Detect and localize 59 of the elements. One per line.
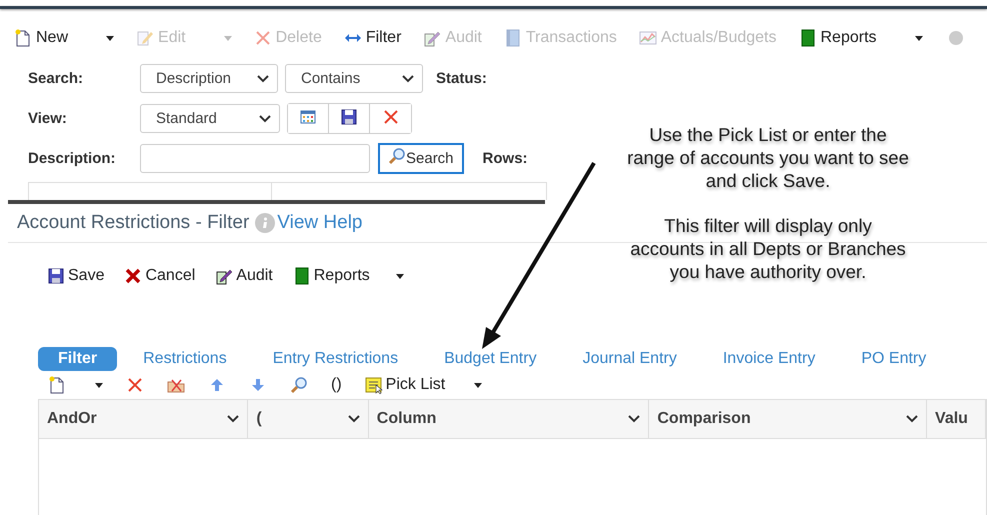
view-label: View: [28, 110, 68, 126]
view-dropdown[interactable]: Standard [140, 104, 280, 132]
tab[interactable]: Invoice Entry [702, 347, 836, 371]
column-header[interactable]: Column [368, 400, 650, 438]
pick-list-button[interactable]: Pick List [364, 376, 446, 394]
pencil-document-icon [215, 267, 234, 285]
edit-document-icon [136, 29, 154, 47]
delete-button[interactable] [126, 376, 144, 394]
column-header[interactable]: Comparison [649, 400, 928, 438]
column-header[interactable]: Valu [927, 400, 986, 438]
save-icon [47, 267, 65, 285]
status-label: Status: [436, 70, 487, 86]
line-chart-icon [638, 29, 657, 47]
info-icon [255, 213, 276, 233]
list-icon [364, 376, 383, 394]
tab[interactable]: Entry Restrictions [252, 347, 418, 371]
search-icon [290, 376, 308, 394]
cancel-button[interactable]: Cancel [124, 267, 196, 285]
tab[interactable]: Restrictions [123, 347, 247, 371]
audit-button[interactable]: Audit [215, 267, 273, 285]
filter-button[interactable]: Filter [344, 29, 402, 47]
new-document-button[interactable] [48, 376, 66, 394]
dialog-title: Account Restrictions - Filter [17, 212, 250, 234]
reports-button[interactable]: Reports [798, 29, 877, 47]
book-icon [504, 29, 522, 47]
new-document-icon [14, 29, 32, 47]
parentheses-button[interactable]: () [331, 376, 342, 394]
caret-icon[interactable] [106, 36, 114, 40]
column-header[interactable]: AndOr [39, 400, 248, 438]
grid-button[interactable] [288, 104, 329, 132]
rows-label: Rows: [482, 150, 528, 166]
search-button[interactable] [290, 376, 308, 394]
delete-icon [126, 376, 144, 394]
new-button[interactable]: New [14, 29, 68, 47]
tab[interactable]: Budget Entry [424, 347, 557, 371]
search-label: Search: [28, 70, 84, 86]
description-label: Description: [28, 150, 117, 166]
callout-text: This filter will display only accounts in all Depts or Branches you have authority over. [629, 214, 907, 283]
column-header[interactable]: ( [248, 400, 369, 438]
book-icon [292, 267, 311, 285]
book-icon [798, 29, 816, 47]
caret-icon[interactable] [474, 382, 482, 388]
tab[interactable]: Journal Entry [562, 347, 697, 371]
tab[interactable]: PO Entry [841, 347, 946, 371]
view-help-link[interactable]: View Help [255, 212, 362, 234]
match-dropdown[interactable]: Contains [285, 64, 423, 92]
delete-icon [254, 29, 272, 47]
description-field[interactable] [140, 144, 370, 172]
pencil-document-icon [423, 29, 442, 47]
new-document-icon [48, 376, 66, 394]
caret-icon[interactable] [914, 36, 923, 40]
reports-button[interactable]: Reports [292, 267, 370, 285]
caret-icon[interactable] [95, 382, 103, 388]
cancel-icon [124, 267, 142, 285]
search-by-dropdown[interactable]: Description [140, 64, 278, 92]
search-button[interactable]: Search [378, 142, 464, 174]
callout-text: Use the Pick List or enter the range of accounts you want to see and click Save. [626, 123, 910, 192]
save-button[interactable]: Save [47, 267, 104, 285]
caret-icon[interactable] [396, 274, 404, 278]
